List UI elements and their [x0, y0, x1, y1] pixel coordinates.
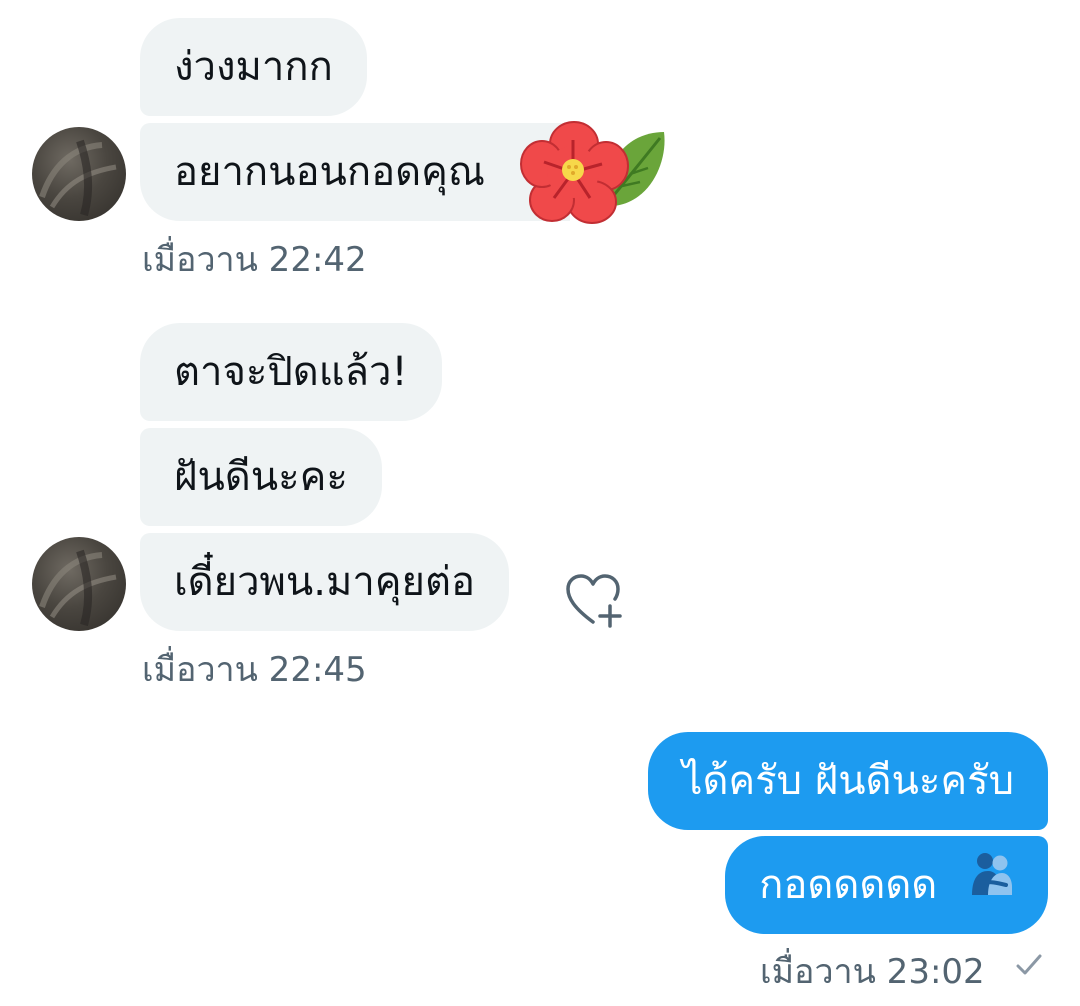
avatar[interactable]: [32, 127, 126, 221]
incoming-message-bubble[interactable]: ตาจะปิดแล้ว!: [140, 323, 442, 421]
check-icon: [1014, 950, 1044, 984]
message-text: ฝันดีนะคะ: [174, 454, 348, 500]
incoming-message-bubble[interactable]: ง่วงมากก: [140, 18, 367, 116]
message-text: อยากนอนกอดคุณ: [174, 149, 485, 195]
message-timestamp: เมื่อวาน 22:45: [142, 650, 367, 690]
message-text: เดี๋ยวพน.มาคุยต่อ: [174, 559, 475, 605]
outgoing-message-bubble[interactable]: กอดดดดด: [725, 836, 1048, 934]
chat-conversation: ง่วงมากก อยากนอนกอดคุณ เมื่อวาน 22:42 ตา…: [0, 0, 1080, 1006]
message-text: ตาจะปิดแล้ว!: [174, 349, 408, 395]
hibiscus-sticker-icon: [518, 118, 668, 230]
message-timestamp: เมื่อวาน 23:02: [760, 952, 985, 992]
message-text: ได้ครับ ฝันดีนะครับ: [682, 758, 1014, 804]
incoming-message-bubble[interactable]: เดี๋ยวพน.มาคุยต่อ: [140, 533, 509, 631]
message-timestamp: เมื่อวาน 22:42: [142, 240, 367, 280]
outgoing-message-bubble[interactable]: ได้ครับ ฝันดีนะครับ: [648, 732, 1048, 830]
incoming-message-bubble[interactable]: อยากนอนกอดคุณ: [140, 123, 570, 221]
heart-plus-icon[interactable]: [564, 572, 626, 632]
avatar[interactable]: [32, 537, 126, 631]
incoming-message-bubble[interactable]: ฝันดีนะคะ: [140, 428, 382, 526]
message-text: กอดดดดด: [759, 862, 938, 908]
people-hugging-icon: [968, 835, 1014, 933]
message-text: ง่วงมากก: [174, 44, 333, 90]
